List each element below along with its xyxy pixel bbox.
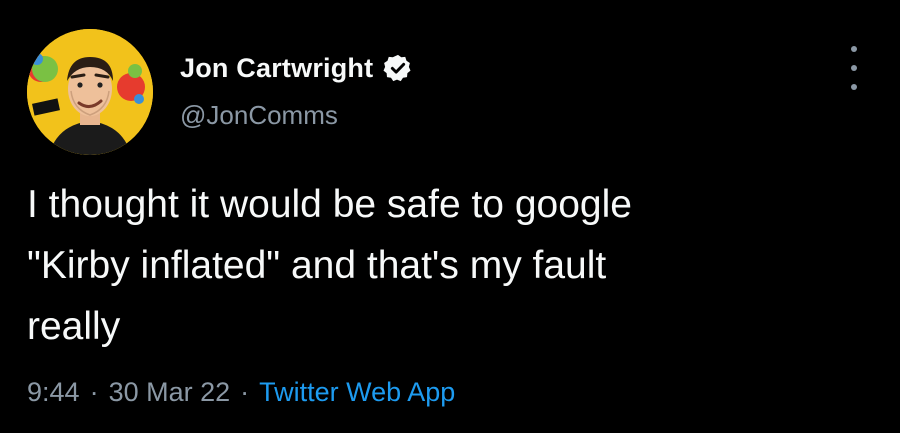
user-handle[interactable]: @JonComms <box>180 100 338 131</box>
user-name-row: Jon Cartwright <box>180 50 413 86</box>
tweet-card: Jon Cartwright @JonComms I thought it wo… <box>0 0 900 433</box>
more-options-icon[interactable] <box>842 46 866 90</box>
verified-badge-icon <box>383 53 413 83</box>
tweet-source-link[interactable]: Twitter Web App <box>259 377 455 408</box>
more-dot <box>851 65 857 71</box>
tweet-meta: 9:44 · 30 Mar 22 · Twitter Web App <box>27 377 455 408</box>
cartoon-avatar-icon <box>27 29 153 155</box>
tweet-text: I thought it would be safe to google "Ki… <box>27 183 632 348</box>
more-dot <box>851 46 857 52</box>
tweet-date[interactable]: 30 Mar 22 <box>109 377 231 408</box>
avatar[interactable] <box>27 29 153 155</box>
tweet-time[interactable]: 9:44 <box>27 377 80 408</box>
meta-separator: · <box>89 377 99 407</box>
display-name[interactable]: Jon Cartwright <box>180 53 373 84</box>
more-dot <box>851 84 857 90</box>
meta-separator: · <box>240 377 250 407</box>
